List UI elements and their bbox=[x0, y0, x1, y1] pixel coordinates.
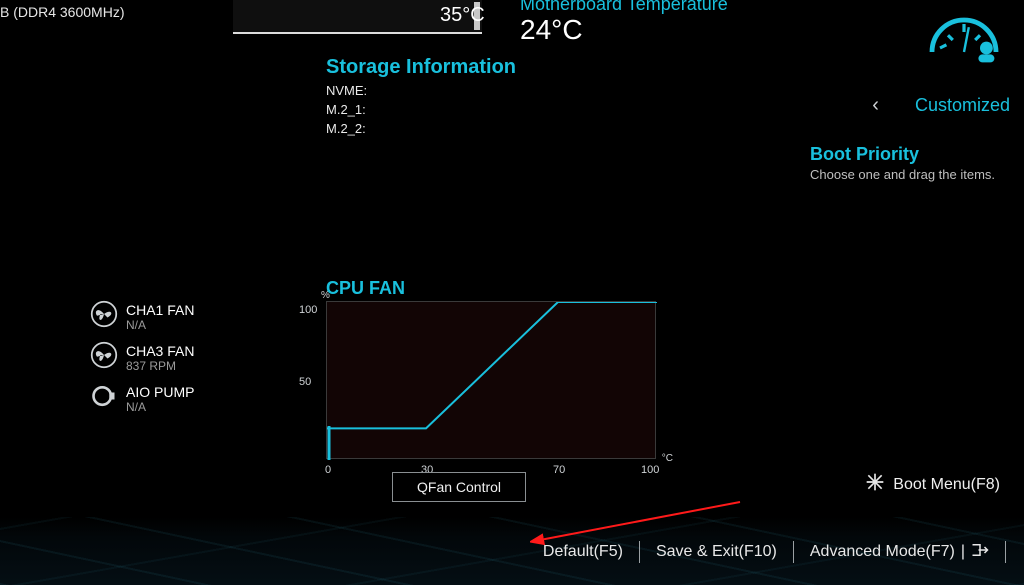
save-exit-button[interactable]: Save & Exit(F10) bbox=[640, 543, 793, 561]
boot-priority-panel[interactable]: Boot Priority Choose one and drag the it… bbox=[810, 144, 1010, 182]
x-axis-unit: °C bbox=[662, 453, 673, 464]
fan-row-cha1[interactable]: CHA1 FAN N/A bbox=[90, 300, 194, 333]
fan-curve-plot[interactable]: % 100 50 0 30 70 100 °C bbox=[326, 301, 656, 459]
storage-slot-1: M.2_1: bbox=[326, 102, 516, 117]
fan-name: AIO PUMP bbox=[126, 384, 194, 400]
fan-icon bbox=[90, 341, 118, 374]
y-tick-100: 100 bbox=[299, 304, 317, 316]
motherboard-temp-label: Motherboard Temperature bbox=[520, 0, 728, 15]
fan-row-aio[interactable]: AIO PUMP N/A bbox=[90, 382, 194, 415]
cpu-fan-chart: CPU FAN % 100 50 0 30 70 100 °C bbox=[326, 278, 666, 459]
boot-priority-subtitle: Choose one and drag the items. bbox=[810, 167, 1010, 182]
storage-slot-2: M.2_2: bbox=[326, 121, 516, 136]
bottom-actions: Default(F5) Save & Exit(F10) Advanced Mo… bbox=[527, 541, 1006, 563]
profile-label: Customized bbox=[915, 95, 1010, 116]
fan-name: CHA1 FAN bbox=[126, 302, 194, 318]
storage-heading: Storage Information bbox=[326, 56, 516, 79]
x-tick-70: 70 bbox=[553, 464, 565, 476]
cpu-fan-chart-title: CPU FAN bbox=[326, 278, 666, 299]
default-button[interactable]: Default(F5) bbox=[527, 543, 639, 561]
fan-name: CHA3 FAN bbox=[126, 343, 194, 359]
profile-selector[interactable]: ‹ Customized bbox=[872, 94, 1010, 117]
bottom-bar: Default(F5) Save & Exit(F10) Advanced Mo… bbox=[0, 517, 1024, 585]
exit-icon bbox=[971, 543, 989, 562]
fan-row-cha3[interactable]: CHA3 FAN 837 RPM bbox=[90, 341, 194, 374]
boot-menu-button[interactable]: Boot Menu(F8) bbox=[865, 472, 1000, 497]
fan-value: 837 RPM bbox=[126, 359, 194, 373]
asterisk-icon bbox=[865, 472, 885, 497]
boot-menu-label: Boot Menu(F8) bbox=[893, 476, 1000, 494]
chevron-left-icon[interactable]: ‹ bbox=[872, 94, 879, 117]
chassis-fans-list: CHA1 FAN N/A CHA3 FAN 837 RPM AIO PUMP N… bbox=[90, 300, 194, 423]
boot-priority-title: Boot Priority bbox=[810, 144, 1010, 165]
divider bbox=[1005, 541, 1006, 563]
advanced-mode-label: Advanced Mode(F7) bbox=[810, 543, 955, 561]
storage-nvme-label: NVME: bbox=[326, 83, 516, 98]
cpu-temperature-value: 35°C bbox=[440, 4, 485, 27]
y-axis-unit: % bbox=[321, 290, 330, 301]
fan-curve-line bbox=[327, 302, 657, 460]
y-tick-50: 50 bbox=[299, 376, 311, 388]
x-tick-100: 100 bbox=[641, 464, 659, 476]
profile-gauge-icon bbox=[924, 8, 1004, 64]
fan-value: N/A bbox=[126, 400, 194, 414]
divider-pipe: | bbox=[961, 543, 965, 561]
fan-value: N/A bbox=[126, 318, 194, 332]
pump-icon bbox=[90, 382, 118, 415]
advanced-mode-button[interactable]: Advanced Mode(F7) | bbox=[794, 543, 1005, 562]
qfan-control-button[interactable]: QFan Control bbox=[392, 472, 526, 502]
motherboard-temp-value: 24°C bbox=[520, 14, 583, 46]
memory-summary: B (DDR4 3600MHz) bbox=[0, 4, 124, 20]
x-tick-0: 0 bbox=[325, 464, 331, 476]
fan-icon bbox=[90, 300, 118, 333]
storage-information: Storage Information NVME: M.2_1: M.2_2: bbox=[326, 56, 516, 136]
